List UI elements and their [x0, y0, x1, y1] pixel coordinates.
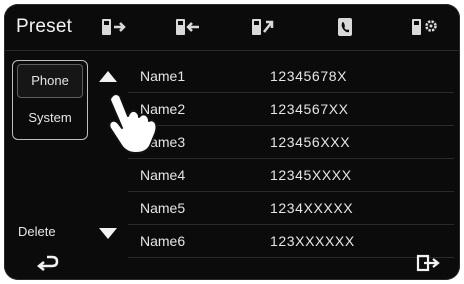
- source-selector: Phone System: [12, 60, 88, 140]
- page-title: Preset: [16, 16, 73, 37]
- pointing-hand-icon: [102, 90, 160, 156]
- scroll-down-arrow-icon[interactable]: [96, 226, 120, 242]
- phone-button[interactable]: Phone: [17, 64, 83, 98]
- delete-button[interactable]: Delete: [18, 224, 56, 239]
- preset-row[interactable]: Name2 1234567XX: [128, 93, 454, 126]
- preset-name: Name4: [140, 167, 186, 183]
- top-bar: Preset: [4, 4, 460, 51]
- back-arrow-icon[interactable]: [36, 254, 60, 272]
- preset-list: Name1 12345678X Name2 1234567XX Name3 12…: [128, 60, 454, 258]
- phone-out-icon[interactable]: [250, 17, 280, 37]
- preset-screen: Preset Phone System Name1 12345678X Name…: [4, 4, 460, 280]
- phone-settings-icon[interactable]: [410, 17, 440, 37]
- preset-name: Name6: [140, 233, 186, 249]
- preset-name: Name5: [140, 200, 186, 216]
- scroll-up-arrow-icon[interactable]: [96, 68, 120, 84]
- preset-number: 12345678X: [270, 68, 348, 84]
- preset-row[interactable]: Name1 12345678X: [128, 60, 454, 93]
- system-button[interactable]: System: [17, 101, 83, 135]
- preset-number: 123456XXX: [270, 134, 351, 150]
- preset-row[interactable]: Name5 1234XXXXX: [128, 192, 454, 225]
- phone-send-icon[interactable]: [100, 17, 130, 37]
- preset-row[interactable]: Name3 123456XXX: [128, 126, 454, 159]
- preset-number: 1234XXXXX: [270, 200, 354, 216]
- preset-row[interactable]: Name4 12345XXXX: [128, 159, 454, 192]
- preset-row[interactable]: Name6 123XXXXXX: [128, 225, 454, 258]
- contact-book-icon[interactable]: [330, 17, 360, 37]
- exit-icon[interactable]: [416, 254, 440, 272]
- phone-receive-icon[interactable]: [174, 17, 204, 37]
- preset-number: 123XXXXXX: [270, 233, 355, 249]
- preset-number: 1234567XX: [270, 101, 349, 117]
- preset-name: Name1: [140, 68, 186, 84]
- preset-number: 12345XXXX: [270, 167, 352, 183]
